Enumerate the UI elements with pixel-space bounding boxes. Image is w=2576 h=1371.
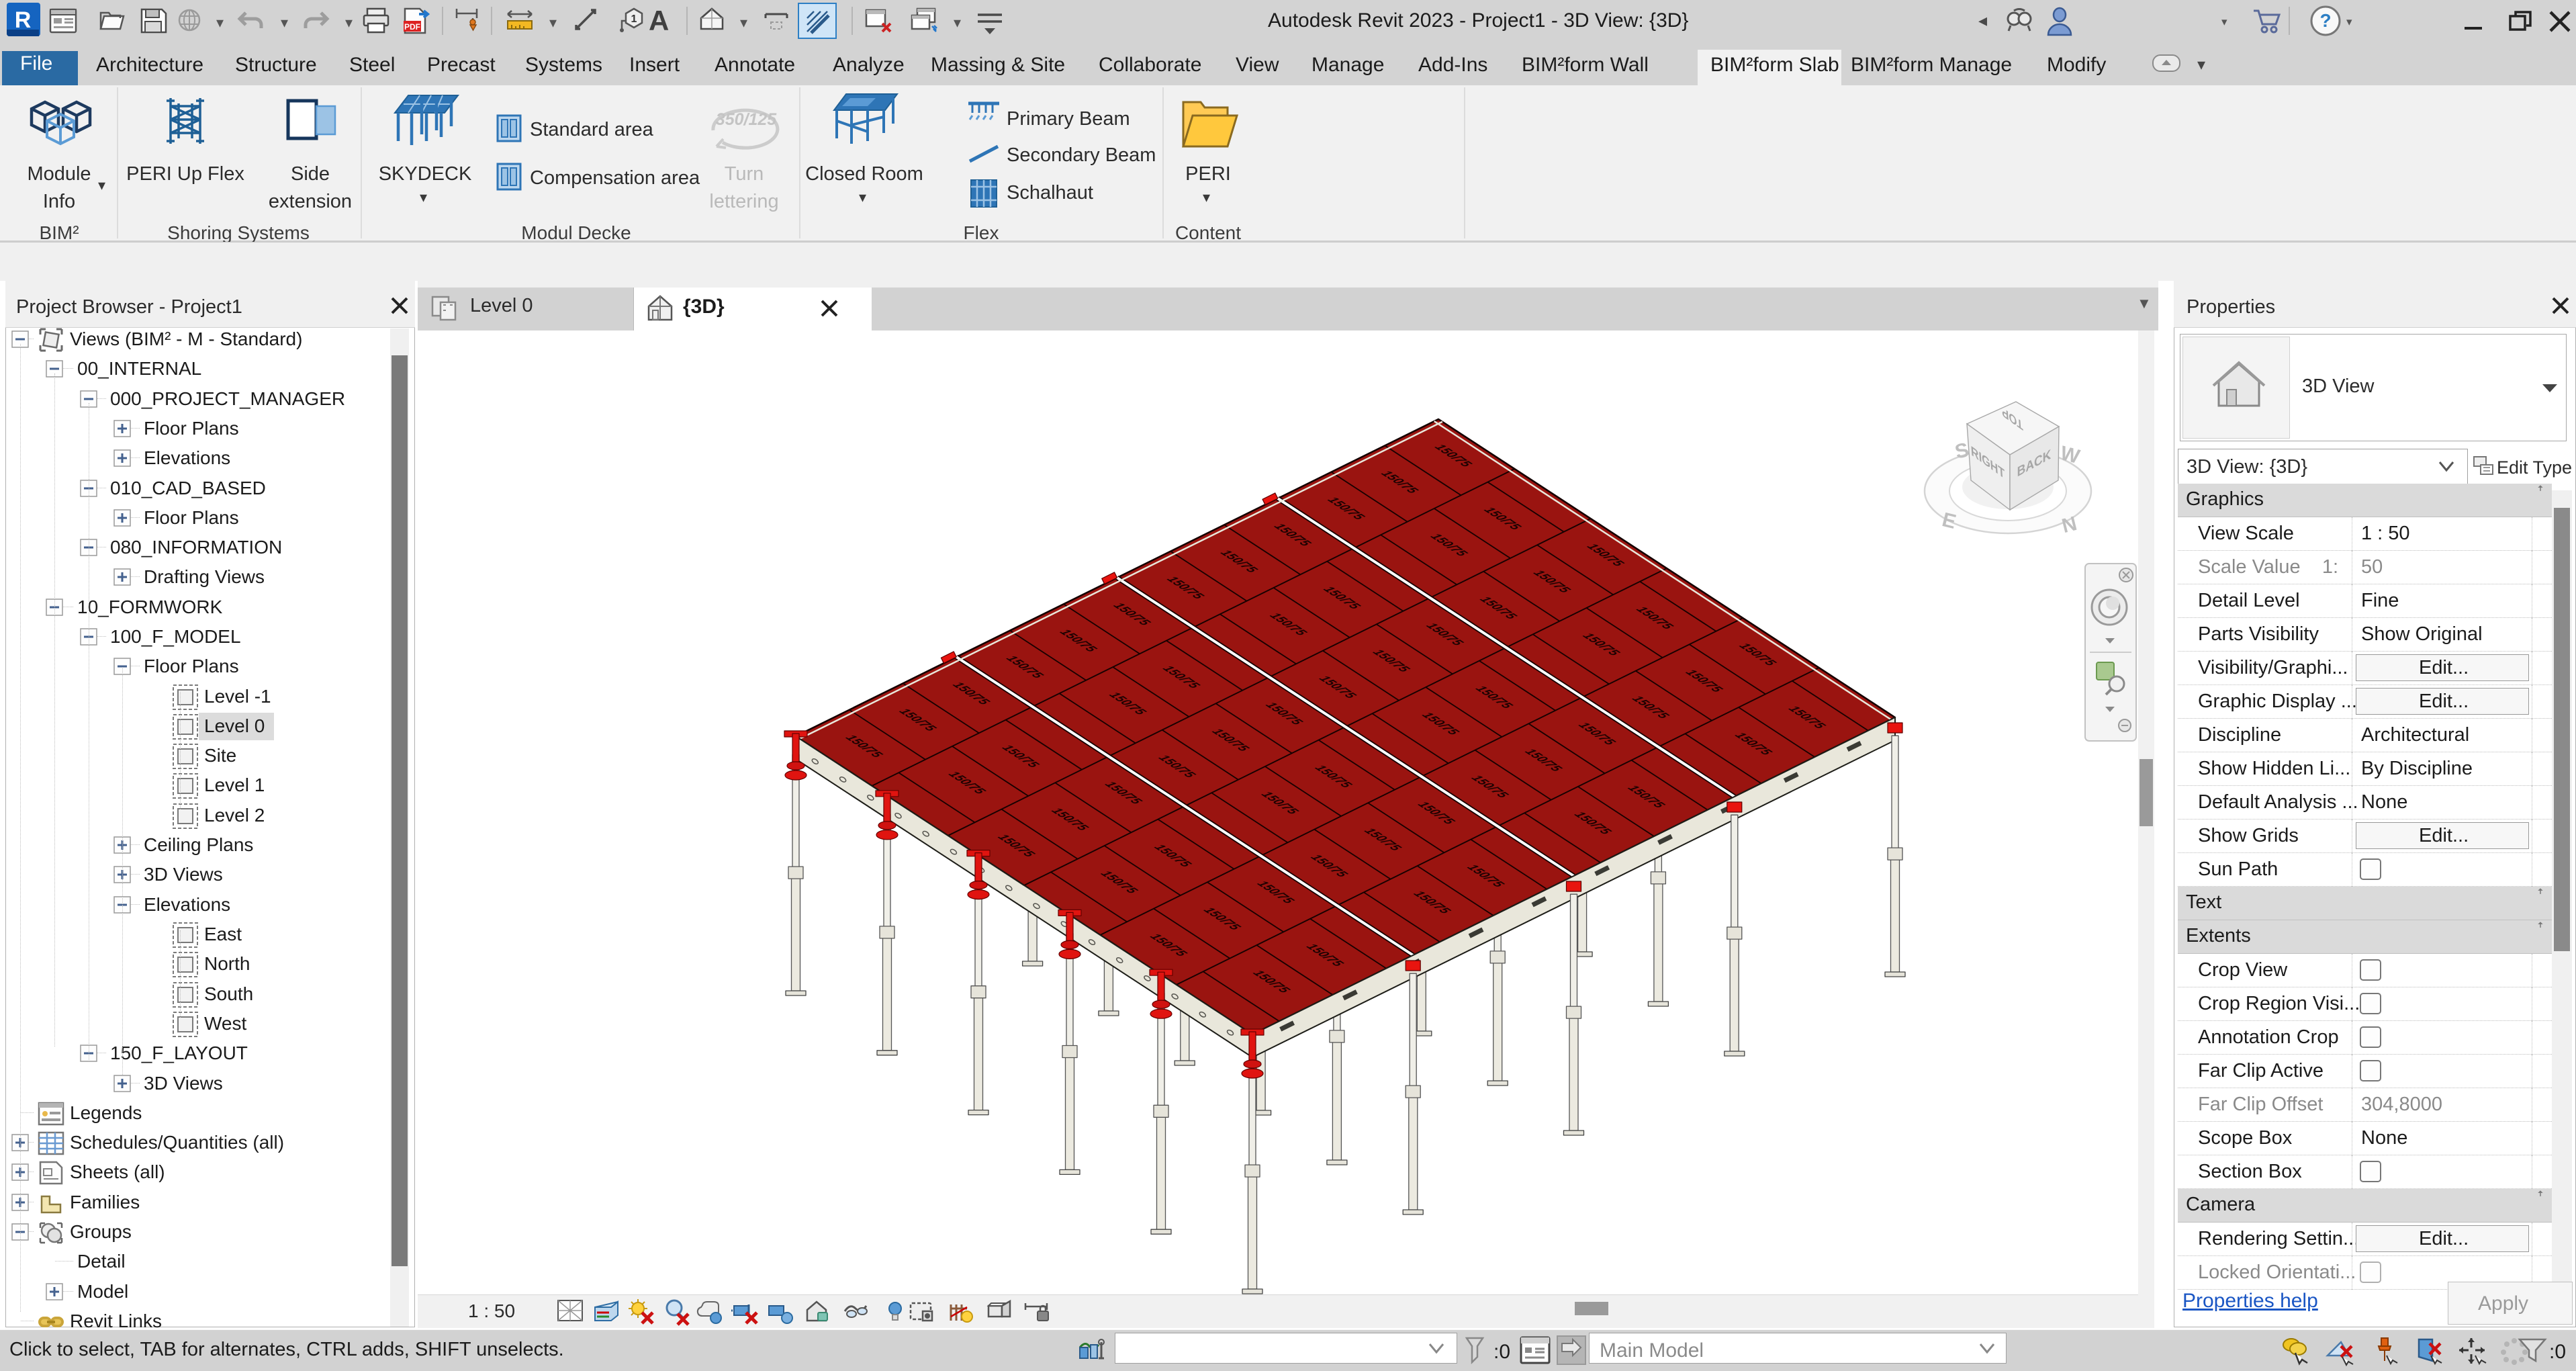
svg-text:PDF: PDF [404,22,420,32]
svg-text:?: ? [2319,10,2331,31]
svg-text:350/125: 350/125 [716,110,777,129]
svg-text:W: W [2058,442,2082,468]
svg-text:R: R [15,7,32,33]
svg-text:1: 1 [631,13,637,25]
